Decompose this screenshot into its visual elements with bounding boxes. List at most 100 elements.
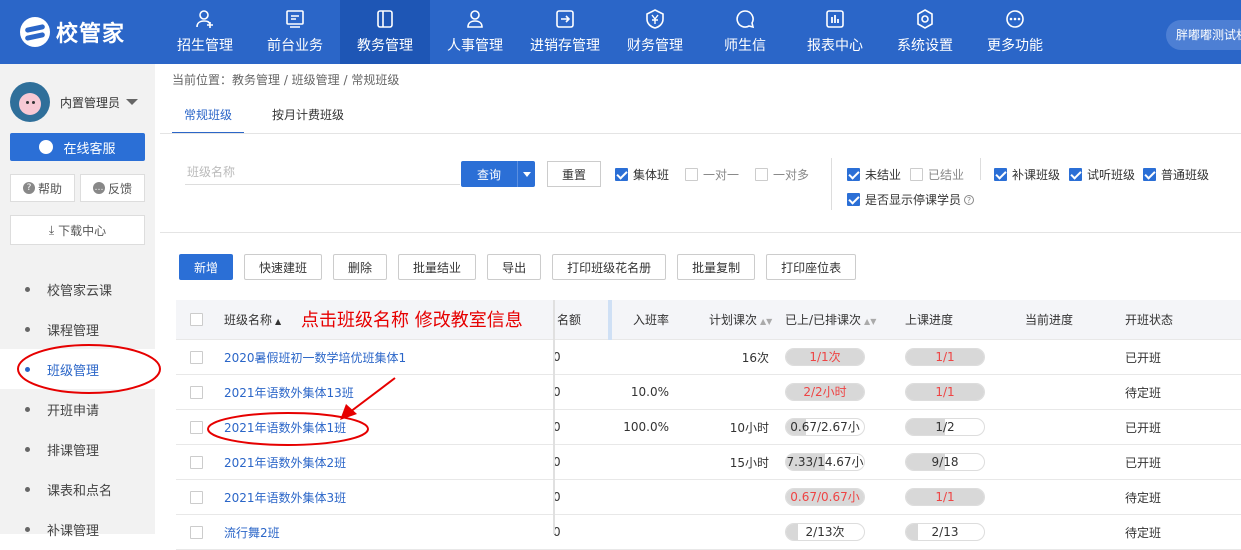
checkbox-show-suspended[interactable]: 是否显示停课学员? — [847, 191, 975, 208]
nav-label: 更多功能 — [987, 38, 1043, 54]
nav-settings[interactable]: 系统设置 — [880, 0, 970, 64]
status-value: 已开班 — [1125, 420, 1162, 435]
sidebar-item-timetable[interactable]: 课表和点名 — [0, 469, 155, 509]
checkbox-group-class[interactable]: 集体班 — [615, 166, 669, 183]
row-checkbox[interactable] — [190, 385, 203, 399]
done-progress-bar: 2/13次 — [785, 523, 865, 541]
chevron-down-icon — [126, 99, 139, 105]
col-header-name[interactable]: 班级名称 ▲ — [224, 311, 281, 328]
batch-graduate-button[interactable]: 批量结业 — [398, 254, 477, 280]
class-name-link[interactable]: 2021年语数外集体2班 — [224, 454, 346, 471]
nav-inventory[interactable]: 进销存管理 — [520, 0, 610, 64]
class-name-link[interactable]: 2021年语数外集体3班 — [224, 489, 346, 506]
query-label: 查询 — [476, 167, 501, 182]
nav-front-desk[interactable]: 前台业务 — [250, 0, 340, 64]
nav-hr[interactable]: 人事管理 — [430, 0, 520, 64]
print-seating-button[interactable]: 打印座位表 — [766, 254, 857, 280]
header-label: 已上/已排课次 — [785, 313, 862, 327]
nav-more[interactable]: 更多功能 — [970, 0, 1060, 64]
class-name-link[interactable]: 2021年语数外集体13班 — [224, 384, 354, 401]
checkbox-label: 未结业 — [865, 168, 902, 182]
person-add-icon — [196, 10, 213, 28]
checkbox-one-to-one[interactable]: 一对一 — [685, 166, 739, 183]
class-name-search-input[interactable] — [185, 159, 460, 185]
table-row[interactable]: 2021年语数外集体1班0100.0%10小时0.67/2.67小时1/2已开班 — [176, 410, 1241, 445]
col-header-done[interactable]: 已上/已排课次 ▲▼ — [785, 311, 876, 328]
select-all-checkbox[interactable] — [190, 313, 203, 326]
progress-value: 1/1 — [935, 385, 955, 399]
checkbox-trial-class[interactable]: 试听班级 — [1069, 166, 1135, 183]
rate-value: 10.0% — [630, 385, 669, 399]
online-service-button[interactable]: 在线客服 — [10, 133, 145, 161]
row-checkbox[interactable] — [190, 420, 203, 434]
bar-chart-icon — [826, 10, 844, 28]
question-icon[interactable]: ? — [964, 194, 975, 205]
nav-label: 系统设置 — [897, 38, 953, 54]
sidebar-item-class[interactable]: 班级管理 — [0, 349, 155, 389]
sidebar-item-cloud-course[interactable]: 校管家云课 — [0, 269, 155, 309]
sort-icon: ▲▼ — [864, 317, 877, 326]
tab-regular-class[interactable]: 常规班级 — [172, 98, 245, 134]
checkbox-not-graduated[interactable]: 未结业 — [847, 166, 901, 183]
lesson-progress-bar: 1/1 — [905, 383, 985, 401]
user-profile[interactable]: 内置管理员 — [10, 82, 139, 122]
quick-create-button[interactable]: 快速建班 — [244, 254, 323, 280]
row-checkbox[interactable] — [190, 350, 203, 364]
nav-label: 师生信 — [724, 38, 766, 54]
checkbox-normal-class[interactable]: 普通班级 — [1143, 166, 1209, 183]
sidebar-item-course[interactable]: 课程管理 — [0, 309, 155, 349]
checkbox-label: 是否显示停课学员 — [865, 193, 962, 207]
class-name-link[interactable]: 流行舞2班 — [224, 524, 280, 541]
delete-button[interactable]: 删除 — [333, 254, 388, 280]
nav-label: 进销存管理 — [530, 38, 600, 54]
column-resize-handle[interactable] — [608, 300, 612, 340]
feedback-button[interactable]: … 反馈 — [80, 174, 145, 202]
nav-reports[interactable]: 报表中心 — [790, 0, 880, 64]
checkbox-graduated[interactable]: 已结业 — [910, 166, 964, 183]
sidebar-menu: 校管家云课 课程管理 班级管理 开班申请 排课管理 课表和点名 补课管理 — [0, 269, 155, 549]
app-logo[interactable]: 校管家 — [20, 16, 125, 48]
col-header-current: 当前进度 — [1025, 313, 1074, 327]
table-row[interactable]: 流行舞2班 0 2/13次 2/13 待定班 — [176, 515, 1241, 550]
class-name-link[interactable]: 2020暑假班初一数学培优班集体1 — [224, 349, 406, 366]
add-button[interactable]: 新增 — [179, 254, 234, 280]
sidebar-item-label: 课程管理 — [47, 323, 100, 339]
checkbox-makeup-class[interactable]: 补课班级 — [994, 166, 1060, 183]
sidebar-item-schedule[interactable]: 排课管理 — [0, 429, 155, 469]
planned-value: 15小时 — [729, 455, 769, 470]
row-checkbox[interactable] — [190, 455, 203, 469]
done-value: 2/13次 — [805, 525, 845, 539]
table-row[interactable]: 2021年语数外集体3班00.67/0.67小时1/1待定班 — [176, 480, 1241, 515]
table-row[interactable]: 2021年语数外集体13班 0 10.0% 2/2小时 1/1 待定班 — [176, 375, 1241, 410]
header-label: 计划课次 — [709, 313, 758, 327]
class-name-link[interactable]: 2021年语数外集体1班 — [224, 419, 346, 436]
tab-monthly-class[interactable]: 按月计费班级 — [260, 98, 356, 134]
batch-copy-button[interactable]: 批量复制 — [677, 254, 756, 280]
nav-finance[interactable]: 财务管理 — [610, 0, 700, 64]
row-checkbox[interactable] — [190, 525, 203, 539]
lesson-progress-bar: 9/18 — [905, 453, 985, 471]
sidebar-item-class-apply[interactable]: 开班申请 — [0, 389, 155, 429]
reset-button[interactable]: 重置 — [547, 161, 601, 187]
sidebar-item-label: 补课管理 — [47, 523, 100, 539]
help-button[interactable]: ? 帮助 — [10, 174, 75, 202]
bullet-icon — [25, 326, 30, 332]
col-header-planned[interactable]: 计划课次 ▲▼ — [709, 311, 772, 328]
download-center-button[interactable]: ⤓ 下载中心 — [10, 215, 145, 245]
query-button[interactable]: 查询 — [461, 161, 535, 187]
book-icon — [377, 10, 393, 28]
nav-recruit[interactable]: 招生管理 — [160, 0, 250, 64]
table-row[interactable]: 2020暑假班初一数学培优班集体1 0 16次 1/1次 1/1 已开班 — [176, 340, 1241, 375]
org-name-pill[interactable]: 胖嘟嘟测试机构 — [1166, 20, 1241, 50]
checkbox-label: 集体班 — [633, 168, 670, 182]
query-dropdown[interactable] — [517, 161, 535, 187]
nav-academic[interactable]: 教务管理 — [340, 0, 430, 64]
print-roster-button[interactable]: 打印班级花名册 — [552, 254, 667, 280]
lesson-progress-bar: 1/1 — [905, 488, 985, 506]
checkbox-one-to-many[interactable]: 一对多 — [755, 166, 809, 183]
export-button[interactable]: 导出 — [487, 254, 542, 280]
table-row[interactable]: 2021年语数外集体2班 0 15小时 7.33/14.67小 9/18 已开班 — [176, 445, 1241, 480]
sidebar-item-makeup[interactable]: 补课管理 — [0, 509, 155, 549]
nav-messaging[interactable]: 师生信 — [700, 0, 790, 64]
row-checkbox[interactable] — [190, 490, 203, 504]
